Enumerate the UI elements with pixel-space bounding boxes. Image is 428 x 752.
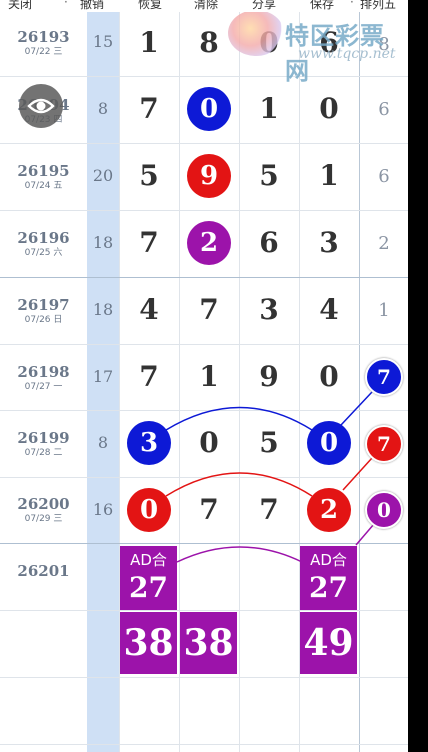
issue-cell: 26195 07/24 五	[0, 162, 87, 192]
issue-date: 07/25 六	[24, 248, 63, 258]
blue-ball[interactable]: 0	[307, 421, 351, 465]
digit-cell[interactable]: 1	[119, 26, 179, 59]
save-button[interactable]: 保存	[310, 0, 334, 12]
issue-number: 26198	[17, 363, 70, 381]
sum-value: 16	[92, 500, 114, 519]
issue-cell: 26193 07/22 三	[0, 28, 87, 58]
digit-cell[interactable]: 7	[179, 293, 239, 326]
prediction-number[interactable]: 38	[180, 612, 237, 674]
issue-date: 07/28 二	[24, 448, 63, 458]
clear-button[interactable]: 清除	[194, 0, 218, 12]
purple-tail-ball[interactable]: 0	[365, 491, 403, 529]
digit-cell[interactable]: 7	[239, 493, 299, 526]
issue-cell: 26201	[0, 562, 87, 580]
sum-value: 18	[92, 233, 114, 252]
red-ball[interactable]: 2	[307, 488, 351, 532]
chart-app: 关闭 · 撤销 恢复 清除 分享 保存 · 排列五 26193 07/22 三 …	[0, 0, 408, 752]
tail-value: 6	[378, 99, 390, 120]
digit-cell[interactable]: 5	[239, 159, 299, 192]
share-button[interactable]: 分享	[252, 0, 276, 12]
sum-value: 18	[92, 300, 114, 319]
red-ball[interactable]: 9	[187, 154, 231, 198]
sum-value: 8	[97, 99, 109, 118]
ad-value: 27	[129, 571, 168, 604]
issue-number: 26193	[17, 28, 70, 46]
ad-label: AD合	[130, 551, 167, 569]
issue-number: 26197	[17, 296, 70, 314]
digit-cell[interactable]: 3	[239, 293, 299, 326]
issue-cell: 26199 07/28 二	[0, 429, 87, 459]
tail-value: 2	[378, 233, 390, 254]
digit-cell[interactable]: 4	[119, 293, 179, 326]
purple-link	[355, 523, 375, 546]
toolbar: 关闭 · 撤销 恢复 清除 分享 保存 · 排列五	[0, 0, 408, 12]
purple-curve	[176, 546, 303, 563]
sum-value: 8	[97, 433, 109, 452]
blue-ball[interactable]: 3	[127, 421, 171, 465]
digit-cell[interactable]: 3	[299, 226, 359, 259]
digit-cell[interactable]: 9	[239, 360, 299, 393]
digit-cell[interactable]: 6	[239, 226, 299, 259]
red-ball[interactable]: 0	[127, 488, 171, 532]
digit-cell[interactable]: 0	[179, 426, 239, 459]
issue-date: 07/26 日	[24, 315, 63, 325]
eye-icon	[27, 98, 55, 114]
ad-value: 27	[309, 571, 348, 604]
close-button[interactable]: 关闭	[8, 0, 32, 12]
issue-cell: 26198 07/27 一	[0, 363, 87, 393]
digit-cell[interactable]: 4	[299, 293, 359, 326]
red-link	[342, 457, 373, 491]
digit-cell[interactable]: 7	[119, 360, 179, 393]
sum-value: 20	[92, 166, 114, 185]
tail-value: 1	[378, 300, 390, 321]
ad-sum-box-right[interactable]: AD合 27	[300, 546, 357, 610]
issue-number: 26199	[17, 429, 70, 447]
issue-cell: 26197 07/26 日	[0, 296, 87, 326]
toolbar-separator: ·	[350, 0, 354, 9]
issue-number: 26200	[17, 495, 70, 513]
watermark-url: www.tqcp.net	[298, 46, 396, 62]
digit-cell[interactable]: 0	[299, 360, 359, 393]
digit-cell[interactable]: 7	[119, 226, 179, 259]
issue-number: 26196	[17, 229, 70, 247]
ad-sum-box-left[interactable]: AD合 27	[120, 546, 177, 610]
issue-cell: 26200 07/29 三	[0, 495, 87, 525]
issue-cell: 26196 07/25 六	[0, 229, 87, 259]
toolbar-separator: ·	[64, 0, 68, 9]
tail-value: 6	[378, 166, 390, 187]
issue-date: 07/24 五	[24, 181, 63, 191]
digit-cell[interactable]: 5	[119, 159, 179, 192]
lottery-type-button[interactable]: 排列五	[360, 0, 396, 12]
issue-date: 07/22 三	[24, 47, 63, 57]
visibility-toggle-button[interactable]	[19, 84, 63, 128]
purple-ball[interactable]: 2	[187, 221, 231, 265]
digit-cell[interactable]: 1	[179, 360, 239, 393]
blue-link	[340, 391, 373, 426]
issue-number: 26201	[17, 562, 70, 580]
digit-cell[interactable]: 1	[299, 159, 359, 192]
undo-button[interactable]: 撤销	[80, 0, 104, 12]
redo-button[interactable]: 恢复	[138, 0, 162, 12]
sum-value: 17	[92, 367, 114, 386]
digit-cell[interactable]: 7	[179, 493, 239, 526]
ad-label: AD合	[310, 551, 347, 569]
issue-number: 26195	[17, 162, 70, 180]
issue-date: 07/29 三	[24, 514, 63, 524]
prediction-number[interactable]: 38	[120, 612, 177, 674]
blue-tail-ball[interactable]: 7	[365, 358, 403, 396]
sum-value: 15	[92, 32, 114, 51]
digit-cell[interactable]: 5	[239, 426, 299, 459]
prediction-number[interactable]: 49	[300, 612, 357, 674]
issue-date: 07/27 一	[24, 382, 63, 392]
digit-cell[interactable]: 0	[299, 92, 359, 125]
blue-ball[interactable]: 0	[187, 87, 231, 131]
red-tail-ball[interactable]: 7	[365, 425, 403, 463]
digit-cell[interactable]: 7	[119, 92, 179, 125]
site-logo-icon	[228, 10, 284, 56]
digit-cell[interactable]: 1	[239, 92, 299, 125]
